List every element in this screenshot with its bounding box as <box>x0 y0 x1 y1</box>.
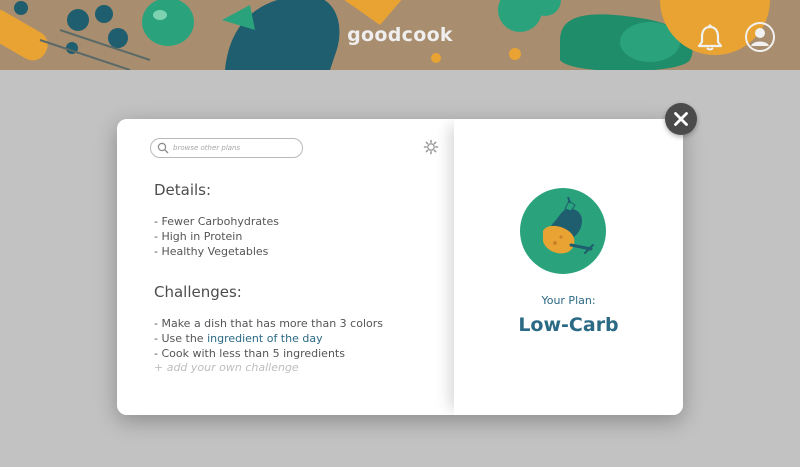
close-button[interactable] <box>665 103 697 135</box>
plan-details-dialog: Details: - Fewer Carbohydrates - High in… <box>117 119 683 415</box>
list-item: - Healthy Vegetables <box>154 245 269 258</box>
your-plan-panel: Your Plan: Low-Carb <box>454 119 683 415</box>
plan-info-panel: Details: - Fewer Carbohydrates - High in… <box>117 119 454 415</box>
user-avatar-icon <box>745 22 775 52</box>
list-item: - Make a dish that has more than 3 color… <box>154 317 383 330</box>
details-heading: Details: <box>154 181 212 199</box>
ingredient-of-the-day-link[interactable]: ingredient of the day <box>207 332 323 345</box>
app-header: goodcook <box>0 0 800 70</box>
eggplant-and-chicken-icon <box>520 188 606 274</box>
list-item: - Use the ingredient of the day <box>154 331 383 346</box>
your-plan-label: Your Plan: <box>541 294 596 307</box>
plan-search[interactable] <box>150 138 303 158</box>
search-icon <box>157 142 169 154</box>
profile-button[interactable] <box>743 20 777 54</box>
challenges-list: - Make a dish that has more than 3 color… <box>154 316 383 361</box>
bell-icon <box>697 24 723 51</box>
gear-icon <box>423 139 439 155</box>
list-item: - Cook with less than 5 ingredients <box>154 347 345 360</box>
challenge-text: - Use the <box>154 332 208 345</box>
notifications-button[interactable] <box>693 20 727 54</box>
details-list: - Fewer Carbohydrates - High in Protein … <box>154 214 279 259</box>
challenges-heading: Challenges: <box>154 283 242 301</box>
add-challenge-link[interactable]: + add your own challenge <box>154 361 299 374</box>
close-icon <box>674 112 688 126</box>
list-item: - Fewer Carbohydrates <box>154 215 279 228</box>
app-logo[interactable]: goodcook <box>0 24 800 46</box>
search-input[interactable] <box>173 139 299 157</box>
list-item: - High in Protein <box>154 230 243 243</box>
settings-button[interactable] <box>423 139 439 155</box>
plan-name: Low-Carb <box>518 314 619 336</box>
